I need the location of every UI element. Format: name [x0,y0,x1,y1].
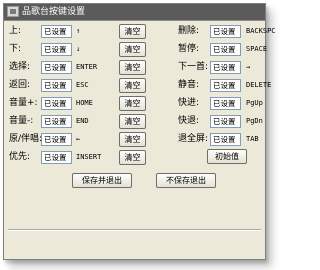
up-key-field[interactable]: 已设置 [41,25,72,38]
label-down: 下: [9,44,22,54]
label-select: 选择: [9,62,31,72]
label-rewind: 快退: [178,116,200,126]
delete-key-value: BACKSPC [246,27,276,35]
clear-priority-button[interactable]: 清空 [119,150,146,165]
back-key-value: ESC [76,81,89,89]
clear-down-button[interactable]: 清空 [119,42,146,57]
vocal-toggle-key-field[interactable]: 已设置 [41,133,72,146]
vocal-toggle-key-value: ← [76,135,81,143]
priority-key-value: INSERT [76,153,102,161]
delete-key-field[interactable]: 已设置 [210,25,241,38]
exit-fullscreen-key-value: TAB [246,135,259,143]
clear-back-button[interactable]: 清空 [119,78,146,93]
pause-key-value: SPACE [246,45,268,53]
app-icon [7,6,19,17]
volume-down-key-field[interactable]: 已设置 [41,115,72,128]
label-vocal-toggle: 原/伴唱: [9,134,43,144]
label-volume-up: 音量+: [9,98,38,108]
label-up: 上: [9,26,22,36]
down-key-value: ↓ [76,45,81,53]
down-key-field[interactable]: 已设置 [41,43,72,56]
next-song-key-field[interactable]: 已设置 [210,61,241,74]
rewind-key-value: PgDn [246,117,263,125]
save-and-exit-button[interactable]: 保存并退出 [72,173,132,188]
exit-fullscreen-key-field[interactable]: 已设置 [210,133,241,146]
pause-key-field[interactable]: 已设置 [210,43,241,56]
clear-select-button[interactable]: 清空 [119,60,146,75]
priority-key-field[interactable]: 已设置 [41,151,72,164]
hotkey-settings-window: 品歌台按键设置 上: 已设置 ↑ 清空 下: 已设置 ↓ 清空 选择: 已设置 … [3,3,276,260]
mute-key-value: DELETE [246,81,272,89]
label-volume-down: 音量-: [9,116,34,126]
label-delete: 删除: [178,26,200,36]
mute-key-field[interactable]: 已设置 [210,79,241,92]
clear-up-button[interactable]: 清空 [119,24,146,39]
volume-up-key-value: HOME [76,99,93,107]
clear-volume-down-button[interactable]: 清空 [119,114,146,129]
up-key-value: ↑ [76,27,81,35]
label-next-song: 下一首: [178,62,209,72]
label-exit-fullscreen: 退全屏: [178,134,209,144]
fast-forward-key-value: PgUp [246,99,263,107]
next-song-key-value: → [246,63,251,71]
select-key-value: ENTER [76,63,98,71]
fast-forward-key-field[interactable]: 已设置 [210,97,241,110]
clear-vocal-toggle-button[interactable]: 清空 [119,132,146,147]
select-key-field[interactable]: 已设置 [41,61,72,74]
label-pause: 暂停: [178,44,200,54]
window-title: 品歌台按键设置 [22,7,86,17]
rewind-key-field[interactable]: 已设置 [210,115,241,128]
label-mute: 静音: [178,80,200,90]
clear-volume-up-button[interactable]: 清空 [119,96,146,111]
back-key-field[interactable]: 已设置 [41,79,72,92]
exit-without-save-button[interactable]: 不保存退出 [156,173,216,188]
volume-up-key-field[interactable]: 已设置 [41,97,72,110]
volume-down-key-value: END [76,117,89,125]
separator [8,229,261,231]
label-priority: 优先: [9,152,31,162]
init-defaults-button[interactable]: 初始值 [207,149,247,164]
label-fast-forward: 快进: [178,98,200,108]
label-back: 返回: [9,80,31,90]
title-bar: 品歌台按键设置 [4,4,265,21]
